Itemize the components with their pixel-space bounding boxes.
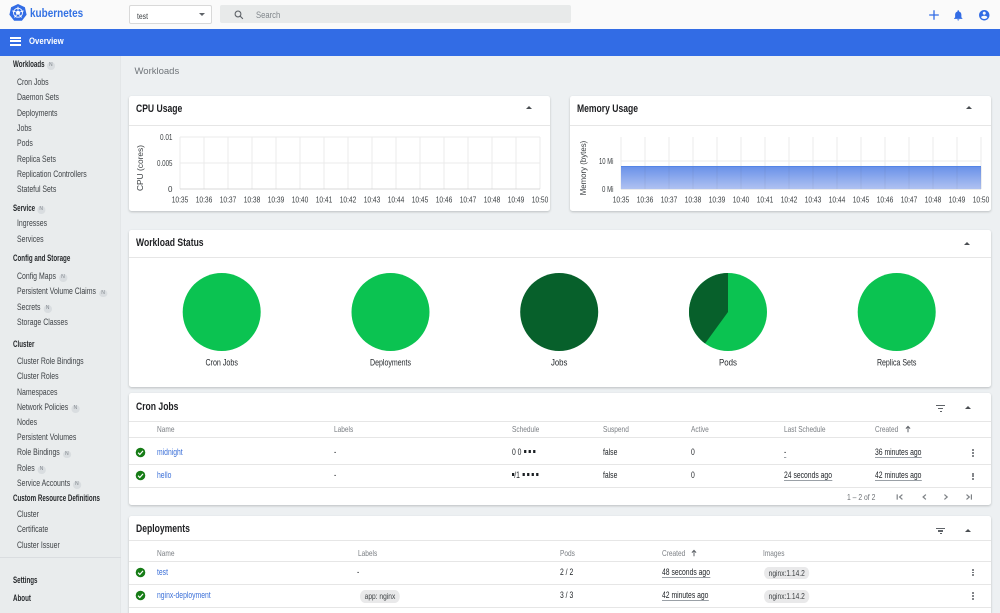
svg-text:10:35: 10:35 [613, 196, 630, 205]
svg-text:10:49: 10:49 [508, 196, 525, 205]
svg-text:10:43: 10:43 [364, 196, 381, 205]
svg-text:10:47: 10:47 [460, 196, 477, 205]
svg-text:10:37: 10:37 [661, 196, 678, 205]
svg-text:10:42: 10:42 [340, 196, 357, 205]
svg-text:10:41: 10:41 [757, 196, 774, 205]
svg-text:10:40: 10:40 [292, 196, 309, 205]
svg-text:10:40: 10:40 [733, 196, 750, 205]
svg-text:10:50: 10:50 [532, 196, 549, 205]
svg-text:10:44: 10:44 [388, 196, 405, 205]
svg-text:10 Mi: 10 Mi [599, 157, 614, 166]
svg-text:0.01: 0.01 [160, 133, 173, 142]
svg-text:0 Mi: 0 Mi [602, 185, 614, 194]
svg-text:10:42: 10:42 [781, 196, 798, 205]
svg-text:10:45: 10:45 [853, 196, 870, 205]
svg-text:10:38: 10:38 [685, 196, 702, 205]
svg-text:10:48: 10:48 [925, 196, 942, 205]
svg-text:10:45: 10:45 [412, 196, 429, 205]
svg-text:Memory (bytes): Memory (bytes) [579, 140, 588, 195]
svg-text:CPU (cores): CPU (cores) [136, 145, 145, 191]
svg-text:10:39: 10:39 [268, 196, 285, 205]
svg-text:10:46: 10:46 [436, 196, 453, 205]
svg-text:10:43: 10:43 [805, 196, 822, 205]
svg-text:10:49: 10:49 [949, 196, 966, 205]
svg-text:10:44: 10:44 [829, 196, 846, 205]
svg-text:Deployments: Deployments [370, 358, 411, 369]
svg-text:Jobs: Jobs [551, 358, 568, 369]
svg-text:10:38: 10:38 [244, 196, 261, 205]
svg-text:10:50: 10:50 [973, 196, 990, 205]
svg-text:10:37: 10:37 [220, 196, 237, 205]
svg-text:Replica Sets: Replica Sets [877, 358, 917, 369]
svg-text:10:35: 10:35 [172, 196, 189, 205]
svg-text:10:48: 10:48 [484, 196, 501, 205]
svg-text:10:36: 10:36 [196, 196, 213, 205]
svg-text:10:36: 10:36 [637, 196, 654, 205]
svg-text:0: 0 [168, 185, 173, 194]
svg-text:10:47: 10:47 [901, 196, 918, 205]
svg-text:10:41: 10:41 [316, 196, 333, 205]
svg-text:Pods: Pods [719, 358, 737, 369]
svg-text:10:46: 10:46 [877, 196, 894, 205]
svg-text:Cron Jobs: Cron Jobs [205, 358, 238, 369]
svg-text:0.005: 0.005 [157, 159, 173, 168]
svg-text:10:39: 10:39 [709, 196, 726, 205]
